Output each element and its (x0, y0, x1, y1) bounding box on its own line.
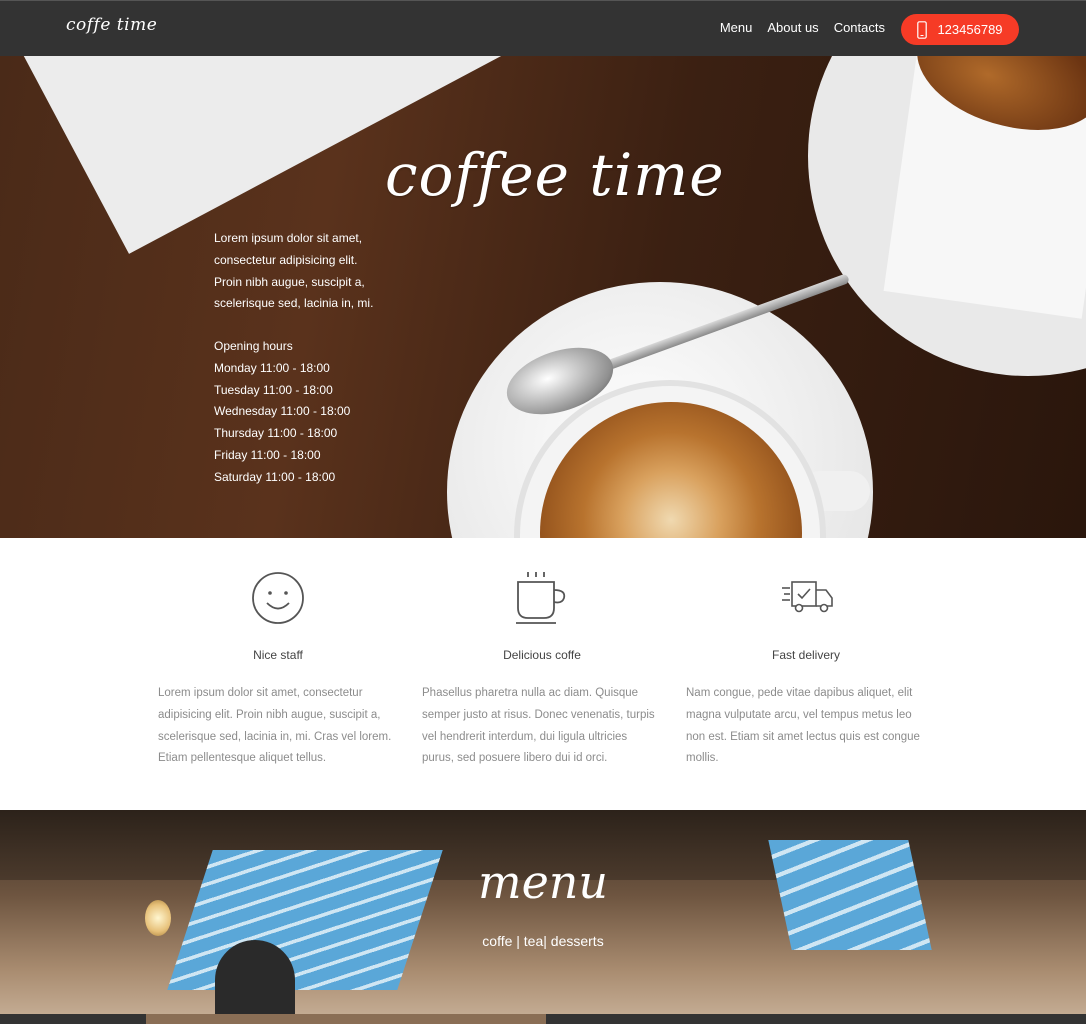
hero-title: coffee time (385, 141, 725, 209)
hours-row: Tuesday 11:00 - 18:00 (214, 382, 333, 397)
section-divider-highlight (146, 1014, 546, 1024)
feature-title: Fast delivery (771, 648, 841, 662)
phone-number: 123456789 (937, 22, 1003, 37)
feature-title: Delicious coffe (503, 648, 581, 662)
hours-row: Thursday 11:00 - 18:00 (214, 426, 338, 441)
feature-text: Phasellus pharetra nulla ac diam. Quisqu… (422, 687, 655, 765)
hours-row: Saturday 11:00 - 18:00 (214, 469, 336, 484)
phone-button[interactable]: 123456789 (901, 14, 1019, 45)
nav-links: Menu About us Contacts (720, 20, 885, 35)
feature-text: Nam congue, pede vitae dapibus aliquet, … (686, 687, 920, 765)
section-divider (0, 1014, 1086, 1024)
feature-title: Nice staff (253, 648, 303, 662)
pendant-lamp-image (215, 940, 295, 1020)
smartphone-icon (917, 20, 928, 39)
hours-row: Monday 11:00 - 18:00 (214, 360, 330, 375)
delivery-truck-icon (782, 581, 833, 613)
opening-hours-title: Opening hours (214, 339, 293, 353)
hours-row: Friday 11:00 - 18:00 (214, 447, 321, 462)
feature-text: Lorem ipsum dolor sit amet, consectetur … (158, 687, 392, 765)
hours-row: Wednesday 11:00 - 18:00 (214, 404, 351, 419)
features-section: Nice staff Lorem ipsum dolor sit amet, c… (0, 538, 1086, 810)
coffee-cup-icon (516, 572, 566, 624)
smiley-icon (252, 572, 304, 624)
menu-categories[interactable]: coffe | tea| desserts (0, 933, 1086, 949)
hero-intro-text: Lorem ipsum dolor sit amet, consectetur … (214, 231, 374, 311)
nav-link-menu[interactable]: Menu (720, 20, 753, 35)
menu-section: menu coffe | tea| desserts (0, 810, 1086, 1024)
site-logo[interactable]: coffe time (66, 15, 157, 35)
menu-title: menu (477, 855, 609, 909)
hero-section: coffee time Lorem ipsum dolor sit amet, … (0, 56, 1086, 538)
nav-link-about-us[interactable]: About us (767, 20, 818, 35)
top-navbar: coffe time Menu About us Contacts 123456… (0, 0, 1086, 56)
nav-link-contacts[interactable]: Contacts (834, 20, 885, 35)
opening-hours: Opening hours Monday 11:00 - 18:00 Tuesd… (214, 336, 350, 489)
